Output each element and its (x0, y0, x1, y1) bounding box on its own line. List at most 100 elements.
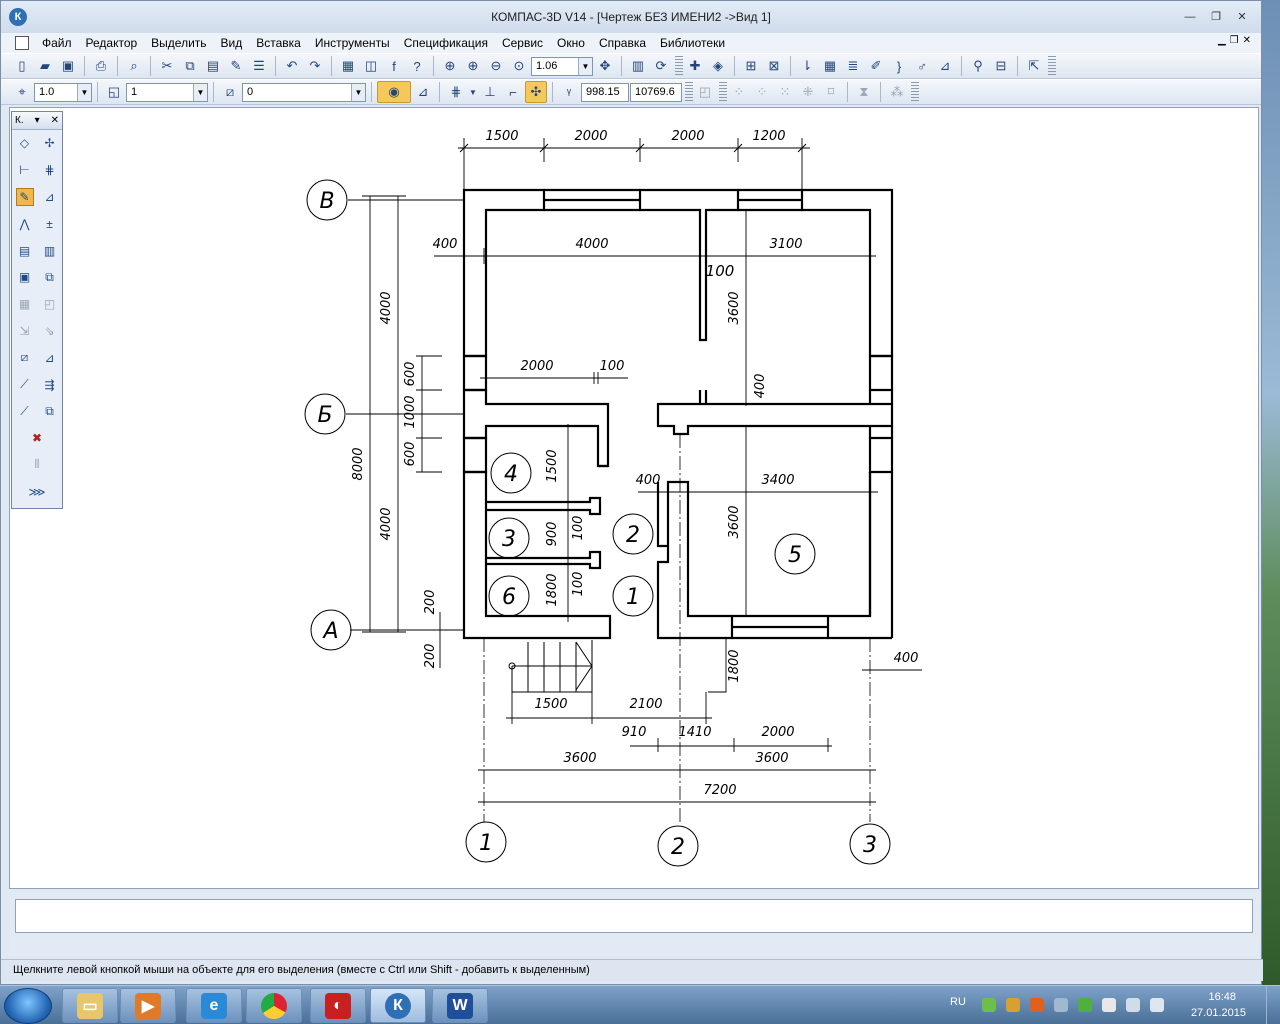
maximize-button[interactable]: ❐ (1205, 9, 1227, 25)
chevron-down-icon[interactable]: ▼ (77, 83, 91, 101)
preview-icon[interactable]: ⌕ (123, 55, 145, 77)
menu-insert[interactable]: Вставка (249, 36, 308, 50)
chevron-down-icon[interactable]: ▼ (351, 83, 365, 101)
layer-icon[interactable]: ⧄ (16, 349, 34, 367)
fragment-icon[interactable]: ⧉ (41, 402, 59, 420)
chevron-down-icon[interactable]: ▼ (578, 57, 592, 75)
network-icon[interactable] (1126, 998, 1140, 1012)
menu-select[interactable]: Выделить (144, 36, 213, 50)
style-icon[interactable]: ⧄ (219, 81, 241, 103)
show-desktop-button[interactable] (1266, 986, 1280, 1024)
chevron-down-icon[interactable]: ▼ (468, 81, 478, 103)
edit-text-icon[interactable]: ✐ (865, 55, 887, 77)
flag-icon[interactable] (1102, 998, 1116, 1012)
zoom-in-icon[interactable]: ⊕ (462, 55, 484, 77)
menu-view[interactable]: Вид (214, 36, 250, 50)
dimensions-icon[interactable]: ⊢ (16, 161, 34, 179)
help-icon[interactable]: ? (406, 55, 428, 77)
measure-icon[interactable]: ▥ (41, 242, 59, 260)
spec-icon[interactable]: ▦ (16, 295, 34, 313)
close-button[interactable]: ✕ (1231, 9, 1253, 25)
taskbar-chrome[interactable] (246, 988, 302, 1023)
attach-icon[interactable]: ⚲ (967, 55, 989, 77)
cursor-coords-icon[interactable]: ᵞ (558, 81, 580, 103)
add-view-icon[interactable]: ✚ (684, 55, 706, 77)
check-icon[interactable] (1078, 998, 1092, 1012)
taskbar-word[interactable]: W (432, 988, 488, 1023)
symbols-icon[interactable]: ✎ (15, 187, 34, 206)
macro-icon[interactable]: ⋙ (28, 483, 46, 501)
chevron-down-icon[interactable]: ▾ (35, 115, 40, 126)
zoom-scale-icon[interactable]: ⊙ (508, 55, 530, 77)
view-scale-icon[interactable]: ⌖ (11, 81, 33, 103)
print-icon[interactable]: ⎙ (90, 55, 112, 77)
align-icon[interactable]: ⫴ (28, 456, 46, 474)
app-tray-icon[interactable] (1030, 998, 1044, 1012)
save-icon[interactable]: ▣ (57, 55, 79, 77)
zoom-out-icon[interactable]: ⊖ (485, 55, 507, 77)
doc-restore-button[interactable]: ❐ (1230, 35, 1239, 46)
pan-icon[interactable]: ✥ (594, 55, 616, 77)
coord-y-field[interactable]: 10769.6 (630, 82, 682, 102)
taskbar-kompas[interactable]: К (370, 988, 426, 1023)
associative-view-icon[interactable]: ⧉ (41, 268, 59, 286)
menu-service[interactable]: Сервис (495, 36, 550, 50)
command-input[interactable] (15, 899, 1253, 933)
format-brush-icon[interactable]: ✎ (225, 55, 247, 77)
snap-points-icon[interactable]: ✣ (525, 81, 547, 103)
style-field[interactable]: 0 ▼ (242, 82, 366, 102)
menu-edit[interactable]: Редактор (79, 36, 145, 50)
variables-icon[interactable]: ◫ (360, 55, 382, 77)
coord-x-field[interactable]: 998.15 (581, 82, 629, 102)
start-button[interactable] (4, 988, 52, 1024)
scale-field[interactable]: 1.0 ▼ (34, 82, 92, 102)
ortho-mode-icon[interactable]: ⌐ (502, 81, 524, 103)
edit-icon[interactable]: ⋀ (16, 215, 34, 233)
taskbar-app-red[interactable]: ◐ (310, 988, 366, 1023)
minimize-button[interactable]: — (1179, 9, 1201, 25)
report-icon[interactable]: ◰ (41, 295, 59, 313)
menu-specification[interactable]: Спецификация (397, 36, 495, 50)
fx-icon[interactable]: f (383, 55, 405, 77)
download-icon[interactable] (982, 998, 996, 1012)
roughness-icon[interactable]: ⊿ (41, 188, 59, 206)
snap-magnet-icon[interactable]: ◉ (377, 81, 411, 103)
local-cs-icon[interactable]: ⊥ (479, 81, 501, 103)
doc-minimize-button[interactable]: ▁ (1218, 35, 1226, 46)
undo-icon[interactable]: ↶ (281, 55, 303, 77)
line-icon[interactable]: ⟋ (16, 376, 34, 394)
redo-icon[interactable]: ↷ (304, 55, 326, 77)
new-document-icon[interactable]: ▯ (11, 55, 33, 77)
transform-icon[interactable]: ± (41, 215, 59, 233)
refresh-icon[interactable]: ⟳ (650, 55, 672, 77)
taskbar-explorer[interactable]: ▭ (62, 988, 118, 1023)
menu-file[interactable]: Файл (35, 36, 79, 50)
volume-icon[interactable] (1150, 998, 1164, 1012)
properties-icon[interactable]: ☰ (248, 55, 270, 77)
segment-icon[interactable]: ⟋ (16, 402, 34, 420)
menu-libraries[interactable]: Библиотеки (653, 36, 732, 50)
open-folder-icon[interactable]: ▰ (34, 55, 56, 77)
menu-tools[interactable]: Инструменты (308, 36, 397, 50)
menu-help[interactable]: Справка (592, 36, 653, 50)
ortho-icon[interactable]: ⊿ (412, 81, 434, 103)
manager-icon[interactable]: ▦ (337, 55, 359, 77)
close-icon[interactable]: ✕ (51, 115, 59, 126)
grid-icon[interactable]: ⊞ (740, 55, 762, 77)
layer-field[interactable]: 1 ▼ (126, 82, 208, 102)
param-icon[interactable]: ▤ (16, 242, 34, 260)
paste-icon[interactable]: ▤ (202, 55, 224, 77)
select-icon[interactable]: ▣ (16, 268, 34, 286)
insert-view-icon[interactable]: ⊠ (763, 55, 785, 77)
zoom-window-icon[interactable]: ⊕ (439, 55, 461, 77)
document-icon[interactable] (15, 36, 29, 50)
clock-date[interactable]: 27.01.2015 (1191, 1007, 1246, 1019)
library-icon[interactable]: ⊿ (41, 349, 59, 367)
folder-tray-icon[interactable] (1006, 998, 1020, 1012)
layer-icon[interactable]: ◱ (103, 81, 125, 103)
taskbar-ie[interactable]: e (186, 988, 242, 1023)
drawing-canvas[interactable]: В Б А 1 2 3 1 2 3 4 5 6 1500 2000 2000 1… (9, 107, 1259, 889)
show-all-icon[interactable]: ▥ (627, 55, 649, 77)
offset-icon[interactable]: ⇶ (41, 376, 59, 394)
floor-plan-drawing[interactable]: В Б А 1 2 3 1 2 3 4 5 6 1500 2000 2000 1… (10, 108, 1260, 890)
